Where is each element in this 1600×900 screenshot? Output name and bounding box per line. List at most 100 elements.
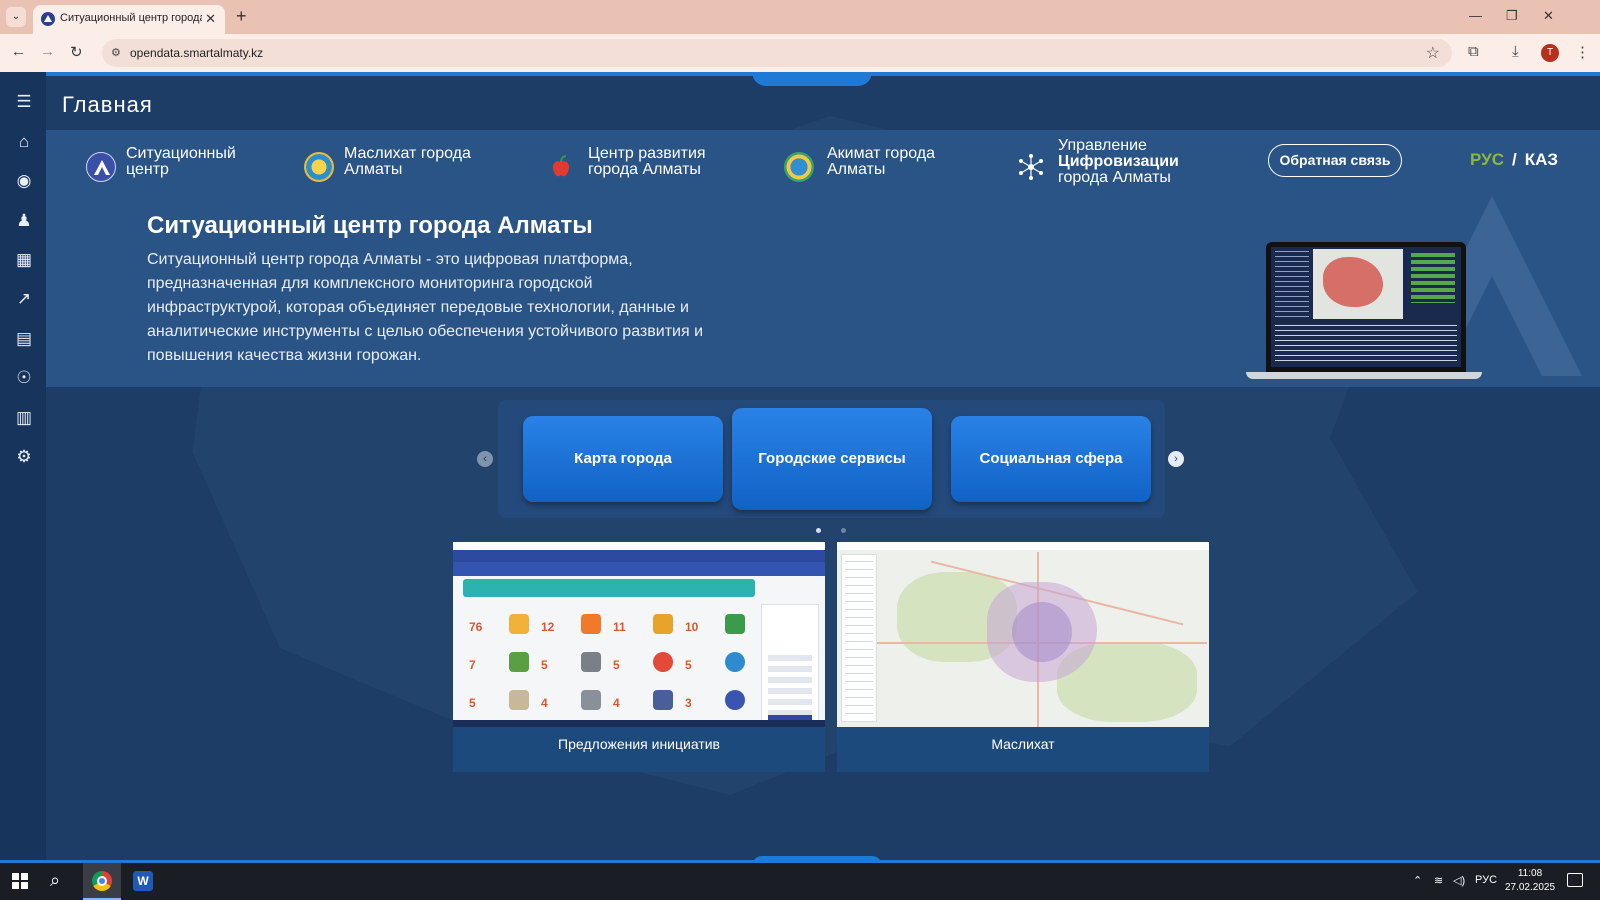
partner-name-line: Цифровизации	[1058, 153, 1179, 170]
taskbar-chrome[interactable]	[83, 863, 121, 900]
address-bar[interactable]: ⚙ opendata.smartalmaty.kz ☆	[102, 39, 1452, 67]
reload-icon[interactable]: ↻	[70, 43, 83, 61]
bookmark-star-icon[interactable]: ☆	[1426, 43, 1440, 63]
web-page: ☰ ⌂ ◉ ♟ ▦ ↗ ▤ ☉ ▥ ⚙ Главная Ситуационный…	[0, 72, 1600, 863]
partner-name-line: города Алматы	[588, 161, 701, 178]
browser-tabbar: ⌄ Ситуационный центр города Алматы ✕ + —…	[0, 0, 1600, 34]
city-buildings-icon[interactable]: ▦	[14, 250, 34, 270]
carousel-dot-active[interactable]	[816, 528, 821, 533]
initiative-count: 5	[613, 658, 620, 672]
chrome-icon	[92, 871, 112, 891]
initiative-count: 5	[685, 658, 692, 672]
factory-icon[interactable]: ▤	[14, 329, 34, 349]
carousel-prev-arrow-icon[interactable]: ‹	[477, 451, 493, 467]
input-language-indicator[interactable]: РУС	[1475, 874, 1497, 886]
service-card-social-sphere[interactable]: Социальная сфера	[951, 416, 1151, 502]
initiative-count: 3	[685, 696, 692, 710]
initiative-count: 12	[541, 620, 555, 634]
forward-icon[interactable]: →	[40, 43, 55, 60]
tray-chevron-icon[interactable]: ⌃	[1413, 874, 1422, 887]
word-icon: W	[133, 871, 153, 891]
lang-rus-option[interactable]: РУС	[1470, 150, 1504, 169]
partner-name-line: Центр развития	[588, 145, 706, 162]
hero-description: Ситуационный центр города Алматы - это ц…	[147, 251, 704, 364]
bike-icon[interactable]: ⚙	[14, 447, 34, 467]
menu-toggle-icon[interactable]: ☰	[14, 92, 34, 112]
lang-kaz-option[interactable]: КАЗ	[1525, 150, 1558, 169]
language-switch: РУС / КАЗ	[1470, 150, 1558, 170]
hand-coins-icon[interactable]: ☉	[14, 368, 34, 388]
laptop-dashboard-image	[1246, 242, 1482, 380]
partner-name-line: Акимат города	[827, 145, 935, 162]
tab-close-icon[interactable]: ✕	[205, 11, 216, 27]
partner-name-line: Маслихат города	[344, 145, 471, 162]
initiative-count: 5	[469, 696, 476, 710]
card-initiatives-label: Предложения инициатив	[558, 736, 720, 752]
clock-date: 27.02.2025	[1504, 882, 1556, 893]
initiatives-thumbnail: 76 12 11 10 7 5 5 5 5 4 4 3	[453, 542, 825, 727]
browser-menu-icon[interactable]: ⋮	[1575, 43, 1590, 61]
map-pin-icon[interactable]: ◉	[14, 171, 34, 191]
home-icon[interactable]: ⌂	[14, 132, 34, 152]
sidebar: ☰ ⌂ ◉ ♟ ▦ ↗ ▤ ☉ ▥ ⚙	[0, 72, 46, 863]
taskbar-search-icon[interactable]: ⌕	[50, 870, 60, 891]
initiative-count: 11	[613, 620, 626, 634]
industry-chart-icon[interactable]: ▥	[14, 408, 34, 428]
people-icon[interactable]: ♟	[14, 211, 34, 231]
bottom-accent-notch	[752, 856, 882, 863]
partner-name-line: Алматы	[827, 161, 886, 178]
initiative-count: 4	[613, 696, 620, 710]
back-icon[interactable]: ←	[11, 43, 26, 60]
services-carousel: Карта города Городские сервисы Социальна…	[498, 400, 1165, 518]
partner-name-line: Алматы	[344, 161, 403, 178]
partner-name-line: города Алматы	[1058, 169, 1171, 186]
carousel-next-arrow-icon[interactable]: ›	[1168, 451, 1184, 467]
extensions-icon[interactable]: ⧉	[1468, 43, 1479, 60]
restore-icon[interactable]: ❐	[1506, 8, 1518, 24]
apple-logo-icon	[546, 152, 576, 182]
minimize-icon[interactable]: —	[1469, 8, 1482, 23]
site-favicon-icon	[41, 12, 55, 26]
download-icon[interactable]: ⤓	[1512, 43, 1519, 60]
new-tab-button[interactable]: +	[236, 6, 247, 27]
akimat-emblem-icon	[784, 152, 814, 182]
chart-icon[interactable]: ↗	[14, 289, 34, 309]
initiative-count: 5	[541, 658, 548, 672]
partner-name-line: Ситуационный	[126, 145, 236, 162]
carousel-dot[interactable]	[841, 528, 846, 533]
situational-center-logo-icon	[86, 152, 116, 182]
notification-center-icon[interactable]	[1567, 873, 1583, 887]
hero-section: Ситуационный центр Маслихат города Алмат…	[46, 130, 1600, 387]
service-card-city-map[interactable]: Карта города	[523, 416, 723, 502]
browser-toolbar: ← → ↻ ⚙ opendata.smartalmaty.kz ☆ ⧉ ⤓ ⋮	[0, 34, 1600, 72]
windows-taskbar: ⌕ W ⌃ ≋ ◁) РУС 11:08 27.02.2025	[0, 863, 1600, 900]
wifi-icon[interactable]: ≋	[1434, 874, 1443, 887]
initiative-count: 4	[541, 696, 548, 710]
lang-separator: /	[1511, 150, 1517, 169]
site-info-icon[interactable]: ⚙	[111, 46, 121, 59]
card-maslikhat[interactable]: Маслихат	[837, 542, 1209, 772]
hero-title: Ситуационный центр города Алматы	[147, 212, 593, 239]
profile-avatar[interactable]: T	[1541, 44, 1559, 62]
feedback-button[interactable]: Обратная связь	[1268, 144, 1402, 177]
taskbar-clock[interactable]: 11:08 27.02.2025	[1500, 867, 1560, 895]
service-card-city-services[interactable]: Городские сервисы	[732, 408, 932, 510]
initiative-count: 7	[469, 658, 476, 672]
initiative-count: 10	[685, 620, 699, 634]
partner-name-line: центр	[126, 161, 169, 178]
taskbar-word[interactable]: W	[123, 863, 161, 900]
tab-list-button[interactable]: ⌄	[6, 7, 26, 27]
tab-title: Ситуационный центр города Алматы	[60, 12, 202, 24]
initiative-count: 76	[469, 620, 483, 634]
digitalization-logo-icon	[1016, 152, 1046, 182]
browser-tab-active[interactable]: Ситуационный центр города Алматы ✕	[33, 5, 225, 34]
windows-start-icon[interactable]	[12, 873, 28, 889]
close-window-icon[interactable]: ✕	[1543, 8, 1554, 24]
clock-time: 11:08	[1517, 868, 1543, 879]
volume-icon[interactable]: ◁)	[1453, 874, 1465, 887]
card-initiatives[interactable]: 76 12 11 10 7 5 5 5 5 4 4 3 Предложения …	[453, 542, 825, 772]
maslikhat-emblem-icon	[304, 152, 334, 182]
top-accent-notch	[752, 72, 872, 86]
page-title: Главная	[62, 92, 153, 117]
partner-name-line: Управление	[1058, 137, 1147, 154]
